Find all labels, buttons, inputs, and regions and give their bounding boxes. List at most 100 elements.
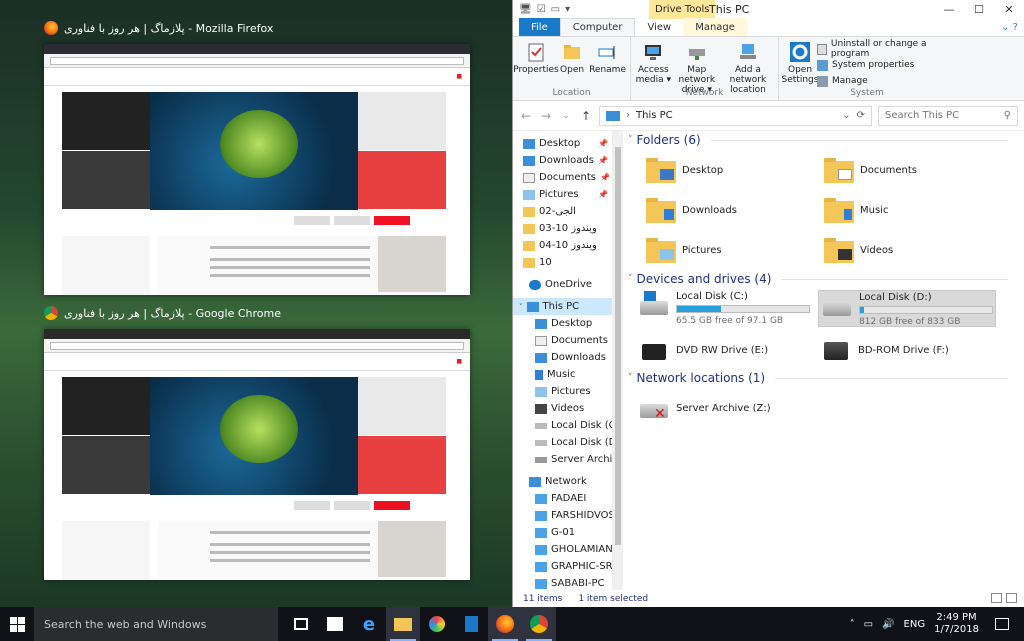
network-status-icon[interactable]: ▭ (864, 619, 873, 630)
nav-item-local-disk-d[interactable]: Local Disk (D:) (513, 434, 612, 451)
system-properties-button[interactable]: System properties (817, 58, 951, 72)
nav-item-computer-fadaei[interactable]: FADAEI (513, 490, 612, 507)
nav-item-pc-pictures[interactable]: Pictures (513, 383, 612, 400)
action-center-button[interactable] (988, 607, 1016, 641)
properties-icon[interactable]: ☑ (537, 4, 546, 15)
main-pane: ˅ Folders (6) Desktop Documents Downloads… (624, 131, 1024, 590)
site-articles-preview (62, 236, 446, 295)
task-view-button[interactable] (284, 607, 318, 641)
folder-tile-music[interactable]: Music (824, 197, 888, 223)
uninstall-program-button[interactable]: Uninstall or change a program (817, 39, 951, 59)
details-view-icon[interactable] (991, 593, 1002, 603)
nav-item-documents[interactable]: Documents 📌 (513, 169, 612, 186)
drive-tile-f[interactable]: BD-ROM Drive (F:) (820, 335, 996, 365)
nav-item-onedrive[interactable]: OneDrive (513, 276, 612, 293)
tab-manage[interactable]: Manage (683, 18, 747, 36)
nav-pane-scrollbar[interactable] (613, 131, 623, 590)
nav-item-this-pc[interactable]: ˅ This PC (513, 298, 612, 315)
nav-item-computer-graphic-srv[interactable]: GRAPHIC-SRV (513, 558, 612, 575)
tab-view[interactable]: View (635, 18, 683, 36)
nav-item-local-disk-c[interactable]: Local Disk (C:) (513, 417, 612, 434)
nav-item-pictures[interactable]: Pictures 📌 (513, 186, 612, 203)
taskbar-search-box[interactable]: Search the web and Windows (34, 607, 278, 641)
edge-app-button[interactable]: e (352, 607, 386, 641)
firefox-app-button[interactable] (488, 607, 522, 641)
chrome-icon (530, 615, 548, 633)
new-folder-icon[interactable]: ▭ (551, 4, 560, 15)
chrome-app-button[interactable] (522, 607, 556, 641)
forward-arrow-icon[interactable]: → (539, 109, 553, 123)
large-icons-view-icon[interactable] (1006, 593, 1017, 603)
nav-item-computer-sababi-pc[interactable]: SABABI-PC (513, 575, 612, 590)
search-box[interactable]: Search This PC ⚲ (878, 105, 1018, 126)
nav-item-downloads[interactable]: Downloads 📌 (513, 152, 612, 169)
address-dropdown-icon[interactable]: ⌄ (842, 110, 850, 121)
nav-item-pc-music[interactable]: Music (513, 366, 612, 383)
nav-item-computer-gholamian[interactable]: GHOLAMIAN (513, 541, 612, 558)
paint-app-button[interactable] (420, 607, 454, 641)
nav-item-network[interactable]: Network (513, 473, 612, 490)
up-arrow-icon[interactable]: ↑ (579, 109, 593, 123)
quick-access-toolbar: 🖥 ☑ ▭ ▾ (513, 4, 570, 15)
properties-button[interactable]: Properties (513, 41, 559, 75)
nav-item-folder-10[interactable]: 10 (513, 254, 612, 271)
nav-item-pc-videos[interactable]: Videos (513, 400, 612, 417)
close-button[interactable]: ✕ (994, 0, 1024, 19)
access-media-button[interactable]: Access media ▾ (635, 41, 672, 85)
network-location-server-archive[interactable]: ✕ Server Archive (Z:) (638, 393, 814, 423)
nav-item-pc-downloads[interactable]: Downloads (513, 349, 612, 366)
breadcrumb-this-pc[interactable]: This PC (636, 110, 673, 121)
nav-item-folder-02[interactable]: 02-الجی (513, 203, 612, 220)
clock[interactable]: 2:49 PM 1/7/2018 (934, 612, 979, 636)
expand-ribbon-and-help[interactable]: ⌄ ? (1001, 22, 1018, 33)
file-explorer-app-button[interactable] (386, 607, 420, 641)
network-location-name: Server Archive (Z:) (676, 402, 771, 414)
computer-icon[interactable]: 🖥 (519, 4, 532, 15)
drive-tile-d[interactable]: Local Disk (D:) 812 GB free of 833 GB (818, 290, 996, 327)
store-app-button[interactable] (318, 607, 352, 641)
open-button[interactable]: Open (555, 41, 589, 75)
nav-item-computer-farshidvosou[interactable]: FARSHIDVOSOU (513, 507, 612, 524)
devices-section-header[interactable]: ˅ Devices and drives (4) (628, 272, 1008, 286)
folder-tile-downloads[interactable]: Downloads (646, 197, 737, 223)
music-folder-icon (824, 198, 854, 223)
drive-tile-e[interactable]: DVD RW Drive (E:) (638, 335, 814, 365)
refresh-icon[interactable]: ⟳ (857, 110, 865, 121)
manage-button[interactable]: Manage (817, 74, 951, 88)
add-network-location-button[interactable]: Add a network location (722, 41, 774, 95)
disconnected-x-icon: ✕ (654, 406, 666, 422)
nav-item-server-archive[interactable]: Server Archive (Z (513, 451, 612, 468)
volume-icon[interactable]: 🔊 (882, 619, 894, 630)
nav-item-pc-desktop[interactable]: Desktop (513, 315, 612, 332)
customize-qat-icon[interactable]: ▾ (565, 4, 570, 15)
nav-item-folder-04[interactable]: 04-10 ویندوز (513, 237, 612, 254)
calculator-app-button[interactable] (454, 607, 488, 641)
rename-button[interactable]: Rename (589, 41, 626, 75)
start-button[interactable] (0, 607, 34, 641)
folder-tile-documents[interactable]: Documents (824, 157, 917, 183)
tab-file[interactable]: File (519, 18, 560, 36)
language-indicator[interactable]: ENG (904, 619, 926, 630)
drive-tile-c[interactable]: Local Disk (C:) 65.5 GB free of 97.1 GB (638, 291, 814, 327)
network-icon (529, 476, 541, 487)
address-bar[interactable]: › This PC ⌄ ⟳ (599, 105, 872, 126)
maximize-button[interactable]: ☐ (964, 0, 994, 19)
folders-section-header[interactable]: ˅ Folders (6) (628, 133, 1008, 147)
folder-tile-desktop[interactable]: Desktop (646, 157, 723, 183)
network-locations-section-header[interactable]: ˅ Network locations (1) (628, 371, 1008, 385)
minimize-button[interactable]: — (934, 0, 964, 19)
folder-tile-videos[interactable]: Videos (824, 237, 893, 263)
recent-locations-chevron-icon[interactable]: ⌄ (559, 111, 573, 121)
open-settings-button[interactable]: Open Settings (782, 41, 818, 85)
show-hidden-icons-chevron-icon[interactable]: ˄ (850, 619, 855, 630)
nav-item-computer-g01[interactable]: G-01 (513, 524, 612, 541)
tab-computer[interactable]: Computer (559, 18, 636, 36)
back-arrow-icon[interactable]: ← (519, 109, 533, 123)
nav-item-pc-documents[interactable]: Documents (513, 332, 612, 349)
scrollbar-thumb[interactable] (615, 147, 621, 545)
map-network-drive-button[interactable]: Map network drive ▾ (672, 41, 722, 95)
bd-rom-drive-icon (824, 342, 848, 360)
folder-tile-pictures[interactable]: Pictures (646, 237, 722, 263)
nav-item-folder-03[interactable]: 03-10 ویندوز (513, 220, 612, 237)
nav-item-desktop[interactable]: Desktop 📌 (513, 135, 612, 152)
